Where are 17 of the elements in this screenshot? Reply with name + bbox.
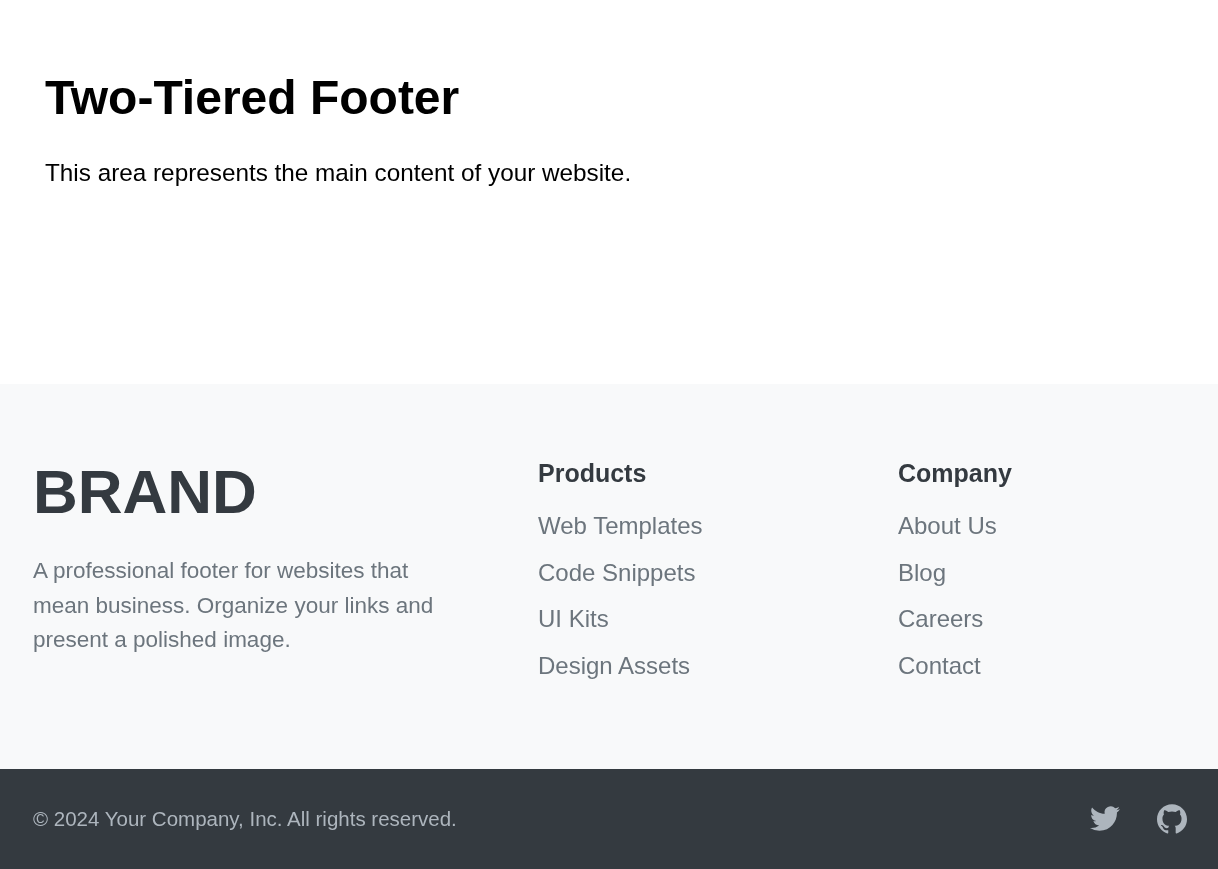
- column-heading: Products: [538, 458, 648, 488]
- intro-text: This area represents the main content of your website.: [45, 157, 633, 188]
- footer-link[interactable]: About Us: [898, 512, 997, 539]
- footer-link[interactable]: Blog: [898, 558, 947, 586]
- footer-link[interactable]: Contact: [898, 651, 981, 679]
- footer-link[interactable]: Code Snippets: [538, 558, 696, 586]
- footer-link[interactable]: Web Templates: [538, 512, 703, 539]
- brand-logo: BRAND: [33, 461, 257, 523]
- page-title: Two-Tiered Footer: [45, 70, 461, 126]
- bird-icon[interactable]: [1090, 804, 1120, 834]
- footer-link[interactable]: UI Kits: [538, 605, 609, 632]
- footer-link[interactable]: Careers: [898, 605, 984, 632]
- column-heading: Company: [898, 458, 1013, 488]
- footer-link[interactable]: Design Assets: [538, 651, 691, 679]
- copyright-text: © 2024 Your Company, Inc. All rights reserved.: [33, 807, 457, 831]
- brand-description: A professional footer for websites that mean business. Organize your links and present a polished image.: [33, 557, 435, 654]
- cat-icon[interactable]: [1157, 804, 1187, 834]
